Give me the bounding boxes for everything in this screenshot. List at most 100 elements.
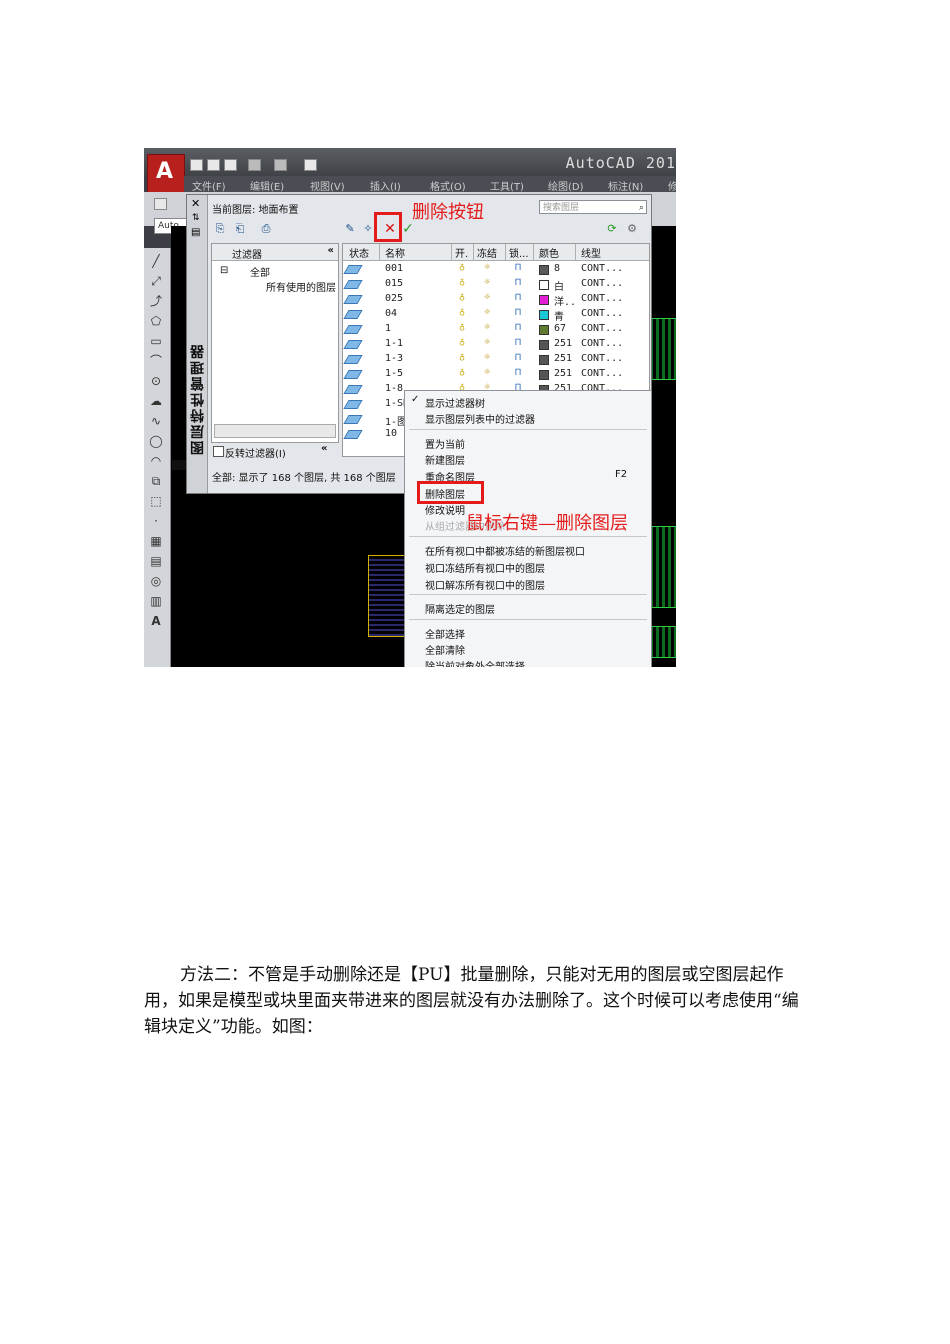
point-icon[interactable]: ·	[149, 514, 163, 528]
layer-row[interactable]: 1 ♁ ☼ ⊓ 67 CONT...	[343, 322, 649, 337]
sun-icon[interactable]: ☼	[484, 367, 490, 378]
set-current-icon[interactable]: ✓	[401, 222, 415, 236]
color-swatch[interactable]	[539, 370, 549, 380]
mtext-icon[interactable]: A	[149, 614, 163, 628]
menu-modify-description[interactable]: 修改说明	[425, 502, 465, 517]
layer-row[interactable]: 1-3 ♁ ☼ ⊓ 251 CONT...	[343, 352, 649, 367]
open-icon[interactable]	[207, 159, 220, 171]
sun-icon[interactable]: ☼	[484, 292, 490, 303]
linetype[interactable]: CONT...	[581, 308, 623, 319]
menu-new-layer[interactable]: 新建图层	[425, 452, 465, 467]
polyline-icon[interactable]: ⤴	[149, 294, 163, 308]
layer-state-icon[interactable]: ⎙	[259, 223, 273, 235]
bulb-icon[interactable]: ♁	[459, 322, 465, 333]
col-on[interactable]: 开.	[455, 245, 468, 260]
bulb-icon[interactable]: ♁	[459, 337, 465, 348]
menu-draw[interactable]: 绘图(D)	[548, 178, 584, 193]
col-linetype[interactable]: 线型	[581, 245, 601, 260]
bulb-icon[interactable]: ♁	[459, 292, 465, 303]
undo-icon[interactable]	[248, 159, 261, 171]
linetype[interactable]: CONT...	[581, 293, 623, 304]
linetype[interactable]: CONT...	[581, 353, 623, 364]
bulb-icon[interactable]: ♁	[459, 262, 465, 273]
cloud-icon[interactable]: ☁	[149, 394, 163, 408]
menu-tools[interactable]: 工具(T)	[490, 178, 524, 193]
properties-icon[interactable]: ▤	[191, 227, 200, 238]
menu-edit[interactable]: 编辑(E)	[250, 178, 284, 193]
unlock-icon[interactable]: ⊓	[515, 292, 521, 303]
hatch-icon[interactable]: ▦	[149, 534, 163, 548]
unlock-icon[interactable]: ⊓	[515, 337, 521, 348]
menu-select-all-but-current[interactable]: 除当前对象外全部选择	[425, 658, 525, 667]
layer-row[interactable]: 1-1 ♁ ☼ ⊓ 251 CONT...	[343, 337, 649, 352]
sun-icon[interactable]: ☼	[484, 337, 490, 348]
sun-icon[interactable]: ☼	[484, 322, 490, 333]
col-name[interactable]: 名称	[385, 245, 405, 260]
tree-expand-icon[interactable]: ⊟	[220, 265, 228, 276]
menu-set-current[interactable]: 置为当前	[425, 436, 465, 451]
search-layer-input[interactable]: 搜索图层 ⌕	[539, 200, 647, 214]
xline-icon[interactable]: ⤢	[149, 274, 163, 288]
unlock-icon[interactable]: ⊓	[515, 367, 521, 378]
menu-insert[interactable]: 插入(I)	[370, 178, 401, 193]
unlock-icon[interactable]: ⊓	[515, 322, 521, 333]
sun-icon[interactable]: ☼	[484, 277, 490, 288]
col-freeze[interactable]: 冻结	[477, 245, 497, 260]
menu-show-filter-tree[interactable]: 显示过滤器树	[425, 395, 485, 410]
table-icon[interactable]: ▥	[149, 594, 163, 608]
col-status[interactable]: 状态	[349, 245, 369, 260]
unlock-icon[interactable]: ⊓	[515, 352, 521, 363]
unlock-icon[interactable]: ⊓	[515, 307, 521, 318]
gradient-icon[interactable]: ▤	[149, 554, 163, 568]
layer-row[interactable]: 015 ♁ ☼ ⊓ 白 CONT...	[343, 277, 649, 293]
ellipse-arc-icon[interactable]: ◠	[149, 454, 163, 468]
unlock-icon[interactable]: ⊓	[515, 277, 521, 288]
settings-icon[interactable]: ⚙	[625, 223, 639, 235]
circle-icon[interactable]: ⊙	[149, 374, 163, 388]
layer-row[interactable]: 025 ♁ ☼ ⊓ 洋.. CONT...	[343, 292, 649, 308]
sun-icon[interactable]: ☼	[484, 352, 490, 363]
autocad-logo[interactable]: A	[147, 154, 185, 196]
collapse-pane-icon[interactable]: «	[328, 245, 334, 256]
save-icon[interactable]	[224, 159, 237, 171]
menu-vp-thaw-all[interactable]: 视口解冻所有视口中的图层	[425, 577, 545, 592]
search-icon[interactable]: ⌕	[639, 201, 644, 215]
arc-icon[interactable]: ⌒	[149, 354, 163, 368]
linetype[interactable]: CONT...	[581, 338, 623, 349]
layer-row[interactable]: 001 ♁ ☼ ⊓ 8 CONT...	[343, 262, 649, 277]
bulb-icon[interactable]: ♁	[459, 277, 465, 288]
menu-clear-all[interactable]: 全部清除	[425, 642, 465, 657]
menu-dimension[interactable]: 标注(N)	[608, 178, 643, 193]
unlock-icon[interactable]: ⊓	[515, 262, 521, 273]
menu-select-all[interactable]: 全部选择	[425, 626, 465, 641]
tree-all[interactable]: 全部	[250, 264, 270, 279]
new-filter-icon[interactable]: ⎘	[213, 223, 227, 235]
color-swatch[interactable]	[539, 295, 549, 305]
print-icon[interactable]	[304, 159, 317, 171]
col-color[interactable]: 颜色	[539, 245, 559, 260]
menu-isolate-selected[interactable]: 隔离选定的图层	[425, 601, 495, 616]
close-icon[interactable]: ✕	[191, 197, 200, 210]
ellipse-icon[interactable]: ◯	[149, 434, 163, 448]
bulb-icon[interactable]: ♁	[459, 367, 465, 378]
color-swatch[interactable]	[539, 310, 549, 320]
bulb-icon[interactable]: ♁	[459, 307, 465, 318]
linetype[interactable]: CONT...	[581, 278, 623, 289]
redo-icon[interactable]	[274, 159, 287, 171]
color-swatch[interactable]	[539, 325, 549, 335]
group-filter-icon[interactable]: ⎗	[233, 223, 247, 235]
region-icon[interactable]: ◎	[149, 574, 163, 588]
menu-show-filters-in-list[interactable]: 显示图层列表中的过滤器	[425, 411, 535, 426]
autohide-icon[interactable]: ⇅	[192, 213, 200, 223]
spline-icon[interactable]: ∿	[149, 414, 163, 428]
bulb-icon[interactable]: ♁	[459, 352, 465, 363]
menu-vp-freeze-all[interactable]: 视口冻结所有视口中的图层	[425, 560, 545, 575]
sun-icon[interactable]: ☼	[484, 307, 490, 318]
new-layer-icon[interactable]: ✎	[343, 223, 357, 235]
insert-block-icon[interactable]: ⧉	[149, 474, 163, 488]
linetype[interactable]: CONT...	[581, 323, 623, 334]
tree-used-layers[interactable]: 所有使用的图层	[266, 279, 336, 294]
new-icon[interactable]	[190, 159, 203, 171]
menu-new-vp-frozen[interactable]: 在所有视口中都被冻结的新图层视口	[425, 543, 585, 558]
collapse-icon[interactable]: «	[321, 443, 327, 454]
